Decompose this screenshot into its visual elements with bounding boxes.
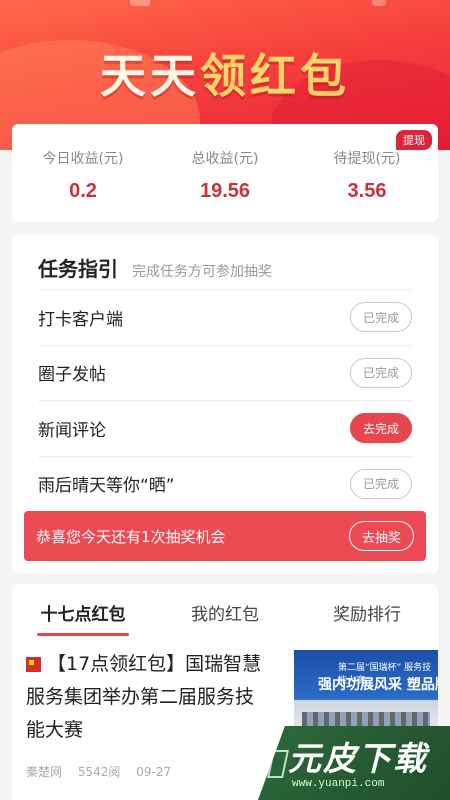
task-status-button[interactable]: 已完成	[350, 468, 412, 499]
status-bar-fragment	[372, 0, 386, 6]
earning-pending: 待提现(元) 3.56	[296, 148, 438, 203]
news-headline[interactable]: 【17点领红包】国瑞智慧服务集团举办第二届服务技能大赛	[26, 648, 272, 747]
task-item: 新闻评论 去完成	[38, 400, 412, 456]
task-guide-card: 任务指引 完成任务方可参加抽奖 打卡客户端 已完成 圈子发帖 已完成 新闻评论 …	[12, 235, 438, 573]
earning-value: 19.56	[199, 180, 251, 202]
task-subtitle: 完成任务方可参加抽奖	[132, 264, 272, 280]
banner-title: 天天领红包	[0, 40, 450, 106]
lottery-text: 恭喜您今天还有1次抽奖机会	[36, 527, 226, 546]
earning-label: 待提现(元)	[333, 151, 401, 167]
banner-title-part2: 领红包	[200, 49, 350, 103]
tab-my-red-packet[interactable]: 我的红包	[154, 584, 296, 636]
task-header: 任务指引 完成任务方可参加抽奖	[38, 253, 272, 282]
earning-value: 3.56	[347, 180, 387, 202]
watermark-text: 元皮下载	[288, 739, 428, 778]
task-item: 打卡客户端 已完成	[38, 289, 412, 345]
earning-value: 0.2	[69, 180, 97, 202]
task-item: 雨后晴天等你“晒” 已完成	[38, 455, 412, 512]
tab-reward-ranking[interactable]: 奖励排行	[296, 584, 438, 636]
task-item: 圈子发帖 已完成	[38, 344, 412, 401]
news-source: 秦楚网	[26, 765, 63, 779]
earning-label: 总收益(元)	[191, 151, 259, 167]
flag-icon	[26, 657, 41, 672]
withdraw-button[interactable]: 提现	[396, 130, 432, 150]
earning-today: 今日收益(元) 0.2	[12, 148, 154, 203]
news-date: 09-27	[136, 765, 172, 779]
task-complete-button[interactable]: 去完成	[350, 413, 412, 444]
task-name: 打卡客户端	[38, 309, 123, 330]
watermark-url: www.yuanpi.com	[292, 778, 385, 790]
tab-bar: 十七点红包 我的红包 奖励排行	[12, 584, 438, 636]
task-list: 打卡客户端 已完成 圈子发帖 已完成 新闻评论 去完成 雨后晴天等你“晒” 已完…	[38, 289, 412, 511]
earnings-row: 今日收益(元) 0.2 总收益(元) 19.56 待提现(元) 3.56	[12, 148, 438, 203]
tab-17-red-packet[interactable]: 十七点红包	[12, 584, 154, 636]
task-status-button[interactable]: 已完成	[350, 302, 412, 333]
earnings-card: 提现 今日收益(元) 0.2 总收益(元) 19.56 待提现(元) 3.56	[12, 124, 438, 222]
earning-label: 今日收益(元)	[42, 151, 124, 167]
thumbnail-people	[302, 712, 430, 728]
task-name: 圈子发帖	[38, 365, 106, 386]
lottery-button[interactable]: 去抽奖	[348, 521, 414, 551]
banner-title-part1: 天天	[100, 49, 200, 103]
news-headline-text: 【17点领红包】国瑞智慧服务集团举办第二届服务技能大赛	[26, 653, 262, 741]
task-title: 任务指引	[38, 257, 118, 281]
lottery-bar: 恭喜您今天还有1次抽奖机会 去抽奖	[24, 511, 426, 561]
status-bar-fragment	[130, 0, 150, 6]
news-reads: 5542阅	[77, 765, 121, 779]
task-status-button[interactable]: 已完成	[350, 357, 412, 388]
thumbnail-caption: 强内功展风采 塑品牌献	[318, 677, 438, 693]
task-name: 雨后晴天等你“晒”	[38, 476, 175, 497]
watermark-logo: 元皮下载 www.yuanpi.com	[258, 726, 450, 800]
task-name: 新闻评论	[38, 420, 106, 441]
earning-total: 总收益(元) 19.56	[154, 148, 296, 203]
